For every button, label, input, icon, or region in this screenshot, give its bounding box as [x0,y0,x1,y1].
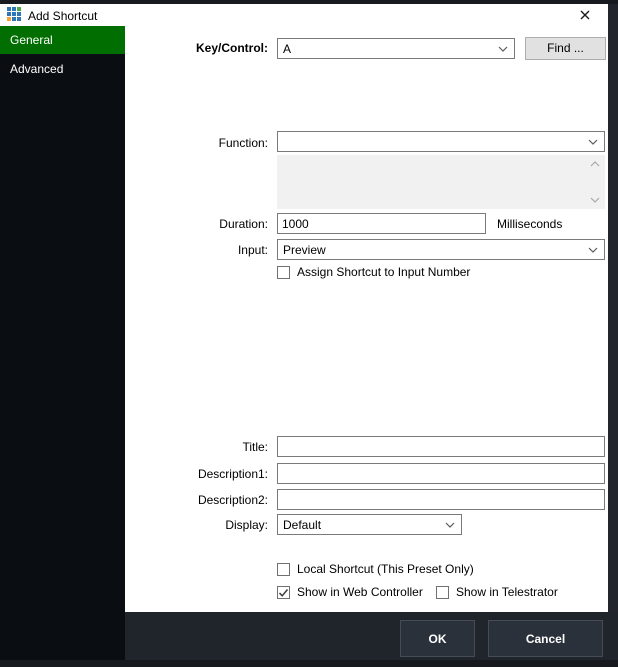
description2-label: Description2: [125,493,268,507]
input-label: Input: [125,243,268,257]
description1-label: Description1: [125,467,268,481]
input-value: Preview [283,243,326,257]
show-web-controller-label: Show in Web Controller [297,586,423,599]
duration-label: Duration: [125,217,268,231]
key-control-label: Key/Control: [125,41,268,55]
description1-input[interactable] [277,463,605,484]
input-combobox[interactable]: Preview [277,239,605,260]
ok-button[interactable]: OK [400,620,475,657]
show-telestrator-checkbox[interactable]: Show in Telestrator [436,586,558,599]
window-border-bottom [0,660,618,667]
show-web-controller-checkbox[interactable]: Show in Web Controller [277,586,423,599]
function-description-box [277,155,605,209]
function-combobox[interactable] [277,131,605,152]
app-logo-icon [7,7,23,23]
title-label: Title: [125,440,268,454]
key-control-combobox[interactable]: A [277,38,515,59]
checkbox-box [277,266,290,279]
key-control-value: A [283,42,291,56]
local-shortcut-checkbox[interactable]: Local Shortcut (This Preset Only) [277,563,474,576]
duration-input[interactable] [277,213,486,234]
sidebar-item-label: Advanced [10,62,63,76]
close-button[interactable] [576,7,594,25]
milliseconds-label: Milliseconds [497,217,562,231]
find-button-label: Find ... [547,41,584,55]
checkbox-box [277,563,290,576]
titlebar: Add Shortcut [0,4,608,26]
show-telestrator-label: Show in Telestrator [456,586,558,599]
general-tab-panel: Key/Control: A Find ... Function: Dura [125,26,608,612]
sidebar-item-advanced[interactable]: Advanced [0,55,125,83]
title-input[interactable] [277,436,605,457]
checkbox-box [436,586,449,599]
close-icon [578,8,592,25]
scroll-up-icon[interactable] [590,161,600,167]
chevron-down-icon [588,247,598,253]
check-icon [278,588,289,598]
footer-bar: OK Cancel [125,612,618,660]
display-combobox[interactable]: Default [277,514,462,535]
assign-shortcut-checkbox[interactable]: Assign Shortcut to Input Number [277,266,470,279]
sidebar-item-general[interactable]: General [0,26,125,54]
chevron-down-icon [588,139,598,145]
sidebar: General Advanced [0,26,125,660]
checkbox-box [277,586,290,599]
display-value: Default [283,518,321,532]
function-label: Function: [125,136,268,150]
scroll-down-icon[interactable] [590,197,600,203]
find-button[interactable]: Find ... [525,37,606,60]
description2-input[interactable] [277,489,605,510]
display-label: Display: [125,518,268,532]
assign-shortcut-label: Assign Shortcut to Input Number [297,266,470,279]
add-shortcut-dialog: Add Shortcut General Advanced Key/Contro… [0,0,618,667]
chevron-down-icon [445,522,455,528]
chevron-down-icon [498,46,508,52]
cancel-button[interactable]: Cancel [488,620,603,657]
sidebar-item-label: General [10,33,53,47]
local-shortcut-label: Local Shortcut (This Preset Only) [297,563,474,576]
window-title: Add Shortcut [28,8,97,24]
